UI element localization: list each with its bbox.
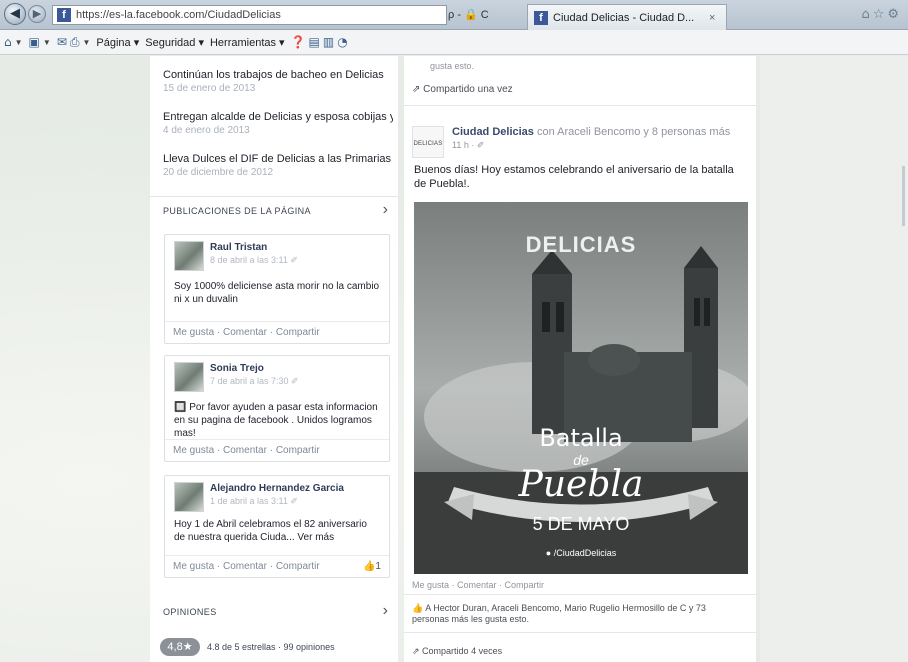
print-dropdown-icon[interactable]: ▼ <box>82 38 90 47</box>
post-text: 🔲 Por favor ayuden a pasar esta informac… <box>174 402 378 439</box>
tab-title: Ciudad Delicias - Ciudad D... <box>553 11 695 24</box>
post-body: Buenos días! Hoy estamos celebrando el a… <box>414 164 734 190</box>
card-header: Alejandro Hernandez Garcia 1 de abril a … <box>165 476 389 516</box>
address-bar[interactable]: f https://es-la.facebook.com/CiudadDelic… <box>52 5 447 25</box>
command-bar: ⌂ ▼ ▣ ▼ ✉ ⎙ ▼ Página ▾ Seguridad ▾ Herramie… <box>0 30 908 55</box>
rating-badge: 4,8★ <box>160 638 200 656</box>
right-margin <box>760 56 908 662</box>
trending-title[interactable]: Lleva Dulces el DIF de Delicias a las Pr… <box>163 153 393 165</box>
scrollbar-thumb[interactable] <box>902 166 905 226</box>
feeds-dropdown-icon[interactable]: ▼ <box>43 38 51 47</box>
browser-tab[interactable]: f Ciudad Delicias - Ciudad D... × <box>527 4 727 30</box>
page-post-card: Alejandro Hernandez Garcia 1 de abril a … <box>164 475 390 578</box>
author-name[interactable]: Sonia Trejo <box>210 363 264 374</box>
post-header: Ciudad Delicias con Araceli Bencomo y 8 … <box>452 126 730 138</box>
home-dropdown-icon[interactable]: ▼ <box>15 38 23 47</box>
menu-pagina[interactable]: Página ▾ <box>96 36 139 49</box>
image-handle: ● /CiudadDelicias <box>545 548 617 558</box>
post-actions[interactable]: Me gusta · Comentar · Compartir <box>412 580 544 590</box>
avatar[interactable] <box>174 241 204 271</box>
shared-once-text[interactable]: Compartido una vez <box>423 84 513 95</box>
image-line3: Puebla <box>518 464 644 505</box>
top-likes-tail: gusta esto. <box>430 61 475 71</box>
menu-herramientas[interactable]: Herramientas ▾ <box>210 36 285 49</box>
card-header: Raul Tristan 8 de abril a las 3:11 ✐ <box>165 235 389 275</box>
tab-close-icon[interactable]: × <box>709 12 715 24</box>
image-date: 5 DE MAYO <box>532 514 630 534</box>
shared-once-link[interactable]: ⇗ Compartido una vez <box>412 84 513 95</box>
post-actions[interactable]: Me gusta · Comentar · Compartir <box>165 321 389 343</box>
post-time[interactable]: 8 de abril a las 3:11 ✐ <box>210 255 298 266</box>
forward-arrow-icon[interactable]: ▶ <box>28 5 46 23</box>
home-star-gear-icons[interactable]: ⌂☆⚙ <box>861 7 902 22</box>
publicaciones-label: PUBLICACIONES DE LA PÁGINA <box>163 205 311 216</box>
trending-item[interactable]: Continúan los trabajos de bacheo en Deli… <box>163 69 393 94</box>
share-icon: ⇗ <box>412 646 423 656</box>
avatar[interactable] <box>174 362 204 392</box>
trending-date: 20 de diciembre de 2012 <box>163 167 274 178</box>
research-icon[interactable]: ▤ <box>309 35 320 49</box>
post-actions-text[interactable]: Me gusta · Comentar · Compartir <box>173 561 320 572</box>
post-actions-text[interactable]: Me gusta · Comentar · Compartir <box>173 445 320 456</box>
onenote-icon[interactable]: ◔ <box>337 35 347 49</box>
address-tools[interactable]: ρ - 🔒 C <box>448 8 489 21</box>
post-text: Hoy 1 de Abril celebramos el 82 aniversa… <box>174 519 367 543</box>
opiniones-label: OPINIONES <box>163 607 217 617</box>
post-time[interactable]: 1 de abril a las 3:11 ✐ <box>210 496 298 507</box>
divider <box>404 632 756 633</box>
help-icon[interactable]: ❓ <box>291 35 306 49</box>
post-time[interactable]: 7 de abril a las 7:30 ✐ <box>210 376 299 387</box>
image-brand: DELICIAS <box>525 232 637 257</box>
author-name[interactable]: Raul Tristan <box>210 242 267 253</box>
thumbs-up-icon: 👍 <box>412 603 426 613</box>
divider <box>404 594 756 595</box>
share-icon: ⇗ <box>412 84 424 95</box>
shared-times-link[interactable]: ⇗ Compartido 4 veces <box>412 646 502 657</box>
likes-summary-text[interactable]: A Hector Duran, Araceli Bencomo, Mario R… <box>412 603 706 624</box>
author-name[interactable]: Alejandro Hernandez Garcia <box>210 483 344 494</box>
url-text[interactable]: https://es-la.facebook.com/CiudadDelicia… <box>76 9 281 21</box>
trending-date: 4 de enero de 2013 <box>163 125 250 136</box>
post-image[interactable]: DELICIAS Batalla de Puebla 5 DE MAYO ● /… <box>414 202 748 574</box>
post-actions[interactable]: Me gusta · Comentar · Compartir 👍1 <box>165 555 389 577</box>
image-handle-text: /CiudadDelicias <box>553 548 617 558</box>
likes-summary[interactable]: 👍 A Hector Duran, Araceli Bencomo, Mario… <box>412 603 742 625</box>
post-actions-text[interactable]: Me gusta · Comentar · Compartir <box>173 327 320 338</box>
home-icon[interactable]: ⌂ <box>4 35 12 49</box>
post-text: Soy 1000% deliciense asta morir no la ca… <box>174 281 380 305</box>
back-arrow-icon[interactable]: ◀ <box>4 3 26 25</box>
shared-times-text[interactable]: Compartido 4 veces <box>422 646 502 656</box>
chevron-right-icon[interactable]: › <box>383 602 388 620</box>
opiniones-header[interactable]: OPINIONES › <box>150 598 398 626</box>
browser-titlebar: ◀ ▶ f https://es-la.facebook.com/CiudadD… <box>0 0 908 30</box>
page-name-link[interactable]: Ciudad Delicias <box>452 126 534 138</box>
image-line1: Batalla <box>539 424 623 452</box>
post-actions[interactable]: Me gusta · Comentar · Compartir <box>165 439 389 461</box>
publicaciones-header[interactable]: PUBLICACIONES DE LA PÁGINA › <box>150 196 398 224</box>
like-count[interactable]: 👍1 <box>363 556 381 577</box>
trending-title[interactable]: Continúan los trabajos de bacheo en Deli… <box>163 69 393 81</box>
card-header: Sonia Trejo 7 de abril a las 7:30 ✐ <box>165 356 389 396</box>
post-time[interactable]: 11 h · ✐ <box>452 140 484 151</box>
page-post-card: Raul Tristan 8 de abril a las 3:11 ✐ Soy… <box>164 234 390 344</box>
trending-title[interactable]: Entregan alcalde de Delicias y esposa co… <box>163 111 393 123</box>
feeds-icon[interactable]: ▣ <box>29 35 40 49</box>
menu-seguridad[interactable]: Seguridad ▾ <box>145 36 204 49</box>
trending-date: 15 de enero de 2013 <box>163 83 256 94</box>
translate-icon[interactable]: ▥ <box>323 35 334 49</box>
divider <box>404 105 756 106</box>
chevron-right-icon[interactable]: › <box>383 201 388 219</box>
trending-item[interactable]: Lleva Dulces el DIF de Delicias a las Pr… <box>163 153 393 178</box>
page-post-card: Sonia Trejo 7 de abril a las 7:30 ✐ 🔲 Po… <box>164 355 390 462</box>
avatar[interactable] <box>174 482 204 512</box>
facebook-tab-icon: f <box>534 10 548 25</box>
print-icon[interactable]: ⎙ <box>70 35 80 50</box>
trending-item[interactable]: Entregan alcalde de Delicias y esposa co… <box>163 111 393 136</box>
page-logo[interactable]: DELICIAS <box>412 126 444 158</box>
facebook-favicon-icon: f <box>57 8 71 22</box>
mail-icon[interactable]: ✉ <box>57 35 67 49</box>
rating-text[interactable]: 4.8 de 5 estrellas · 99 opiniones <box>207 642 335 652</box>
tagged-with[interactable]: con Araceli Bencomo y 8 personas más <box>537 126 730 138</box>
